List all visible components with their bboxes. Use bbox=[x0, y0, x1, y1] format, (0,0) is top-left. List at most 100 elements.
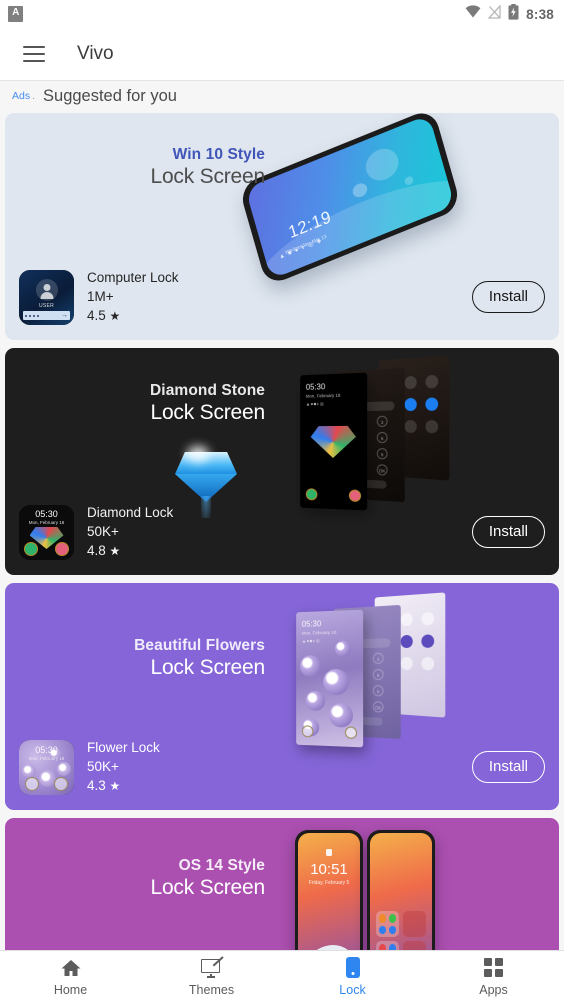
ads-dot: . bbox=[32, 90, 36, 102]
card4-headline: OS 14 Style Lock Screen bbox=[45, 858, 265, 898]
card1-app-name: Computer Lock bbox=[87, 270, 179, 285]
lock-glyph-icon bbox=[326, 849, 332, 856]
card1-phone-mockup: 12:19 Wednesday, Mar 13 ▲ ■ ● ◐ ◎ ◈ bbox=[237, 113, 462, 291]
status-bar-right: 8:38 bbox=[465, 3, 554, 25]
hamburger-menu-icon[interactable] bbox=[23, 46, 45, 62]
card2-app-rating: 4.8 ★ bbox=[87, 541, 173, 561]
nav-label-apps: Apps bbox=[479, 982, 508, 997]
card1-headline: Win 10 Style Lock Screen bbox=[65, 147, 265, 187]
card2-app-row: 05:30 Mon, February 18 Diamond Lock 50K+… bbox=[19, 505, 545, 563]
install-button-computer-lock[interactable]: Install bbox=[471, 281, 545, 314]
card4-phones-mockup: 10:51 Friday, February 5 bbox=[295, 826, 435, 950]
password-arrow-icon: → bbox=[61, 312, 68, 319]
card2-app-name: Diamond Lock bbox=[87, 505, 174, 520]
nav-label-lock: Lock bbox=[339, 982, 366, 997]
card2-diamond-graphic bbox=[175, 444, 237, 518]
keypad-key: 6 bbox=[372, 668, 384, 681]
ad-card-os14-lock[interactable]: 10:51 Friday, February 5 OS 14 Style Loc… bbox=[5, 818, 559, 950]
card2-app-downloads: 50K+ bbox=[87, 524, 119, 539]
keypad-key: 3 bbox=[376, 415, 388, 427]
card2-app-meta: Diamond Lock 50K+ 4.8 ★ bbox=[87, 504, 173, 561]
card2-preview-time: 05:30 bbox=[305, 382, 326, 392]
card3-preview-time: 05:30 bbox=[301, 619, 322, 629]
diamond-icon-time: 05:30 bbox=[35, 509, 58, 519]
ad-card-flower-lock[interactable]: 2 3 5 6 8 9 0 OK bbox=[5, 583, 559, 810]
card3-app-row: 05:30 Mon, February 18 Flower Lock 50K+ … bbox=[19, 740, 545, 798]
status-bar-left: A bbox=[8, 6, 23, 22]
suggested-title: Suggested for you bbox=[43, 86, 177, 105]
card3-headline: Beautiful Flowers Lock Screen bbox=[45, 638, 265, 678]
flower-icon-date: Mon, February 18 bbox=[28, 756, 65, 761]
card3-preview-icons: ▲●■◐◎ bbox=[301, 638, 321, 644]
keypad-key: 9 bbox=[372, 685, 384, 697]
apps-grid-icon bbox=[484, 957, 503, 979]
card2-screens-mockup: 2 3 5 6 8 9 0 OK 05:30 Mon, February 18 … bbox=[287, 355, 472, 516]
ad-card-list[interactable]: 12:19 Wednesday, Mar 13 ▲ ■ ● ◐ ◎ ◈ Win … bbox=[0, 110, 564, 950]
keypad-key: 6 bbox=[376, 431, 388, 444]
app-bar: Vivo bbox=[0, 28, 564, 81]
card3-app-name: Flower Lock bbox=[87, 740, 160, 755]
star-icon: ★ bbox=[109, 309, 121, 323]
status-bar-clock: 8:38 bbox=[526, 6, 554, 22]
card4-control-center bbox=[376, 911, 426, 950]
camera-shortcut-icon bbox=[348, 489, 362, 502]
card4-preview-date: Friday, February 5 bbox=[308, 880, 350, 886]
card4-headline-bottom: Lock Screen bbox=[150, 875, 265, 899]
keypad-key: OK bbox=[372, 701, 384, 713]
card1-app-meta: Computer Lock 1M+ 4.5 ★ bbox=[87, 269, 179, 326]
nav-label-home: Home bbox=[53, 982, 88, 997]
star-icon: ★ bbox=[109, 544, 121, 558]
card3-app-meta: Flower Lock 50K+ 4.3 ★ bbox=[87, 739, 160, 796]
phone-shortcut-icon bbox=[301, 725, 314, 738]
card3-headline-top: Beautiful Flowers bbox=[134, 637, 265, 654]
ads-badge: Ads bbox=[12, 90, 31, 102]
page-title: Vivo bbox=[77, 43, 114, 64]
card1-app-row: USER → Computer Lock 1M+ 4.5 ★ Install bbox=[19, 270, 545, 328]
card3-rating-value: 4.3 bbox=[87, 778, 106, 793]
install-button-diamond-lock[interactable]: Install bbox=[471, 516, 545, 549]
ad-card-diamond-lock[interactable]: 2 3 5 6 8 9 0 OK 05:30 Mon, February 18 … bbox=[5, 348, 559, 575]
flower-lock-app-icon[interactable]: 05:30 Mon, February 18 bbox=[19, 740, 74, 795]
keypad-key: OK bbox=[376, 464, 388, 476]
nav-item-lock[interactable]: Lock bbox=[282, 957, 423, 997]
card4-headline-top: OS 14 Style bbox=[178, 857, 265, 874]
card2-rating-value: 4.8 bbox=[87, 543, 106, 558]
diamond-lock-app-icon[interactable]: 05:30 Mon, February 18 bbox=[19, 505, 74, 560]
signal-no-sim-icon bbox=[487, 3, 501, 24]
nav-item-apps[interactable]: Apps bbox=[423, 957, 564, 997]
phone-shortcut-icon bbox=[305, 488, 318, 501]
star-icon: ★ bbox=[109, 779, 121, 793]
card4-preview-time: 10:51 bbox=[310, 861, 348, 878]
flower-icon-time: 05:30 bbox=[35, 745, 58, 755]
card1-headline-bottom: Lock Screen bbox=[150, 164, 265, 188]
card2-headline: Diamond Stone Lock Screen bbox=[45, 383, 265, 423]
app-screen: A 8:38 Vivo Ads . Suggested for you 12:1… bbox=[0, 0, 564, 1002]
computer-lock-app-icon[interactable]: USER → bbox=[19, 270, 74, 325]
wifi-icon bbox=[465, 5, 481, 23]
card1-headline-top: Win 10 Style bbox=[172, 146, 265, 163]
card1-app-rating: 4.5 ★ bbox=[87, 306, 179, 326]
camera-shortcut-icon bbox=[344, 726, 358, 739]
install-button-flower-lock[interactable]: Install bbox=[471, 751, 545, 784]
card2-diamond-wallpaper bbox=[311, 426, 356, 458]
card3-app-downloads: 50K+ bbox=[87, 759, 119, 774]
card2-preview-date: Mon, February 18 bbox=[305, 392, 341, 399]
ad-card-computer-lock[interactable]: 12:19 Wednesday, Mar 13 ▲ ■ ● ◐ ◎ ◈ Win … bbox=[5, 113, 559, 340]
card2-headline-top: Diamond Stone bbox=[150, 382, 265, 399]
card3-headline-bottom: Lock Screen bbox=[150, 655, 265, 679]
battery-charging-icon bbox=[508, 3, 519, 25]
keypad-key: 3 bbox=[372, 652, 384, 664]
lock-phone-icon bbox=[345, 957, 360, 979]
card2-preview-icons: ▲●■◐◎ bbox=[305, 401, 325, 407]
card3-screens-mockup: 2 3 5 6 8 9 0 OK bbox=[283, 592, 468, 753]
card1-app-downloads: 1M+ bbox=[87, 289, 114, 304]
nav-item-home[interactable]: Home bbox=[0, 957, 141, 997]
nav-item-themes[interactable]: Themes bbox=[141, 955, 282, 997]
app-notification-icon: A bbox=[8, 6, 23, 22]
card3-preview-date: Mon, February 18 bbox=[301, 629, 337, 636]
card2-headline-bottom: Lock Screen bbox=[150, 400, 265, 424]
diamond-icon-date: Mon, February 18 bbox=[28, 520, 65, 525]
card3-app-rating: 4.3 ★ bbox=[87, 776, 160, 796]
computer-lock-user-label: USER bbox=[38, 303, 55, 309]
suggested-header: Ads . Suggested for you bbox=[0, 82, 564, 110]
